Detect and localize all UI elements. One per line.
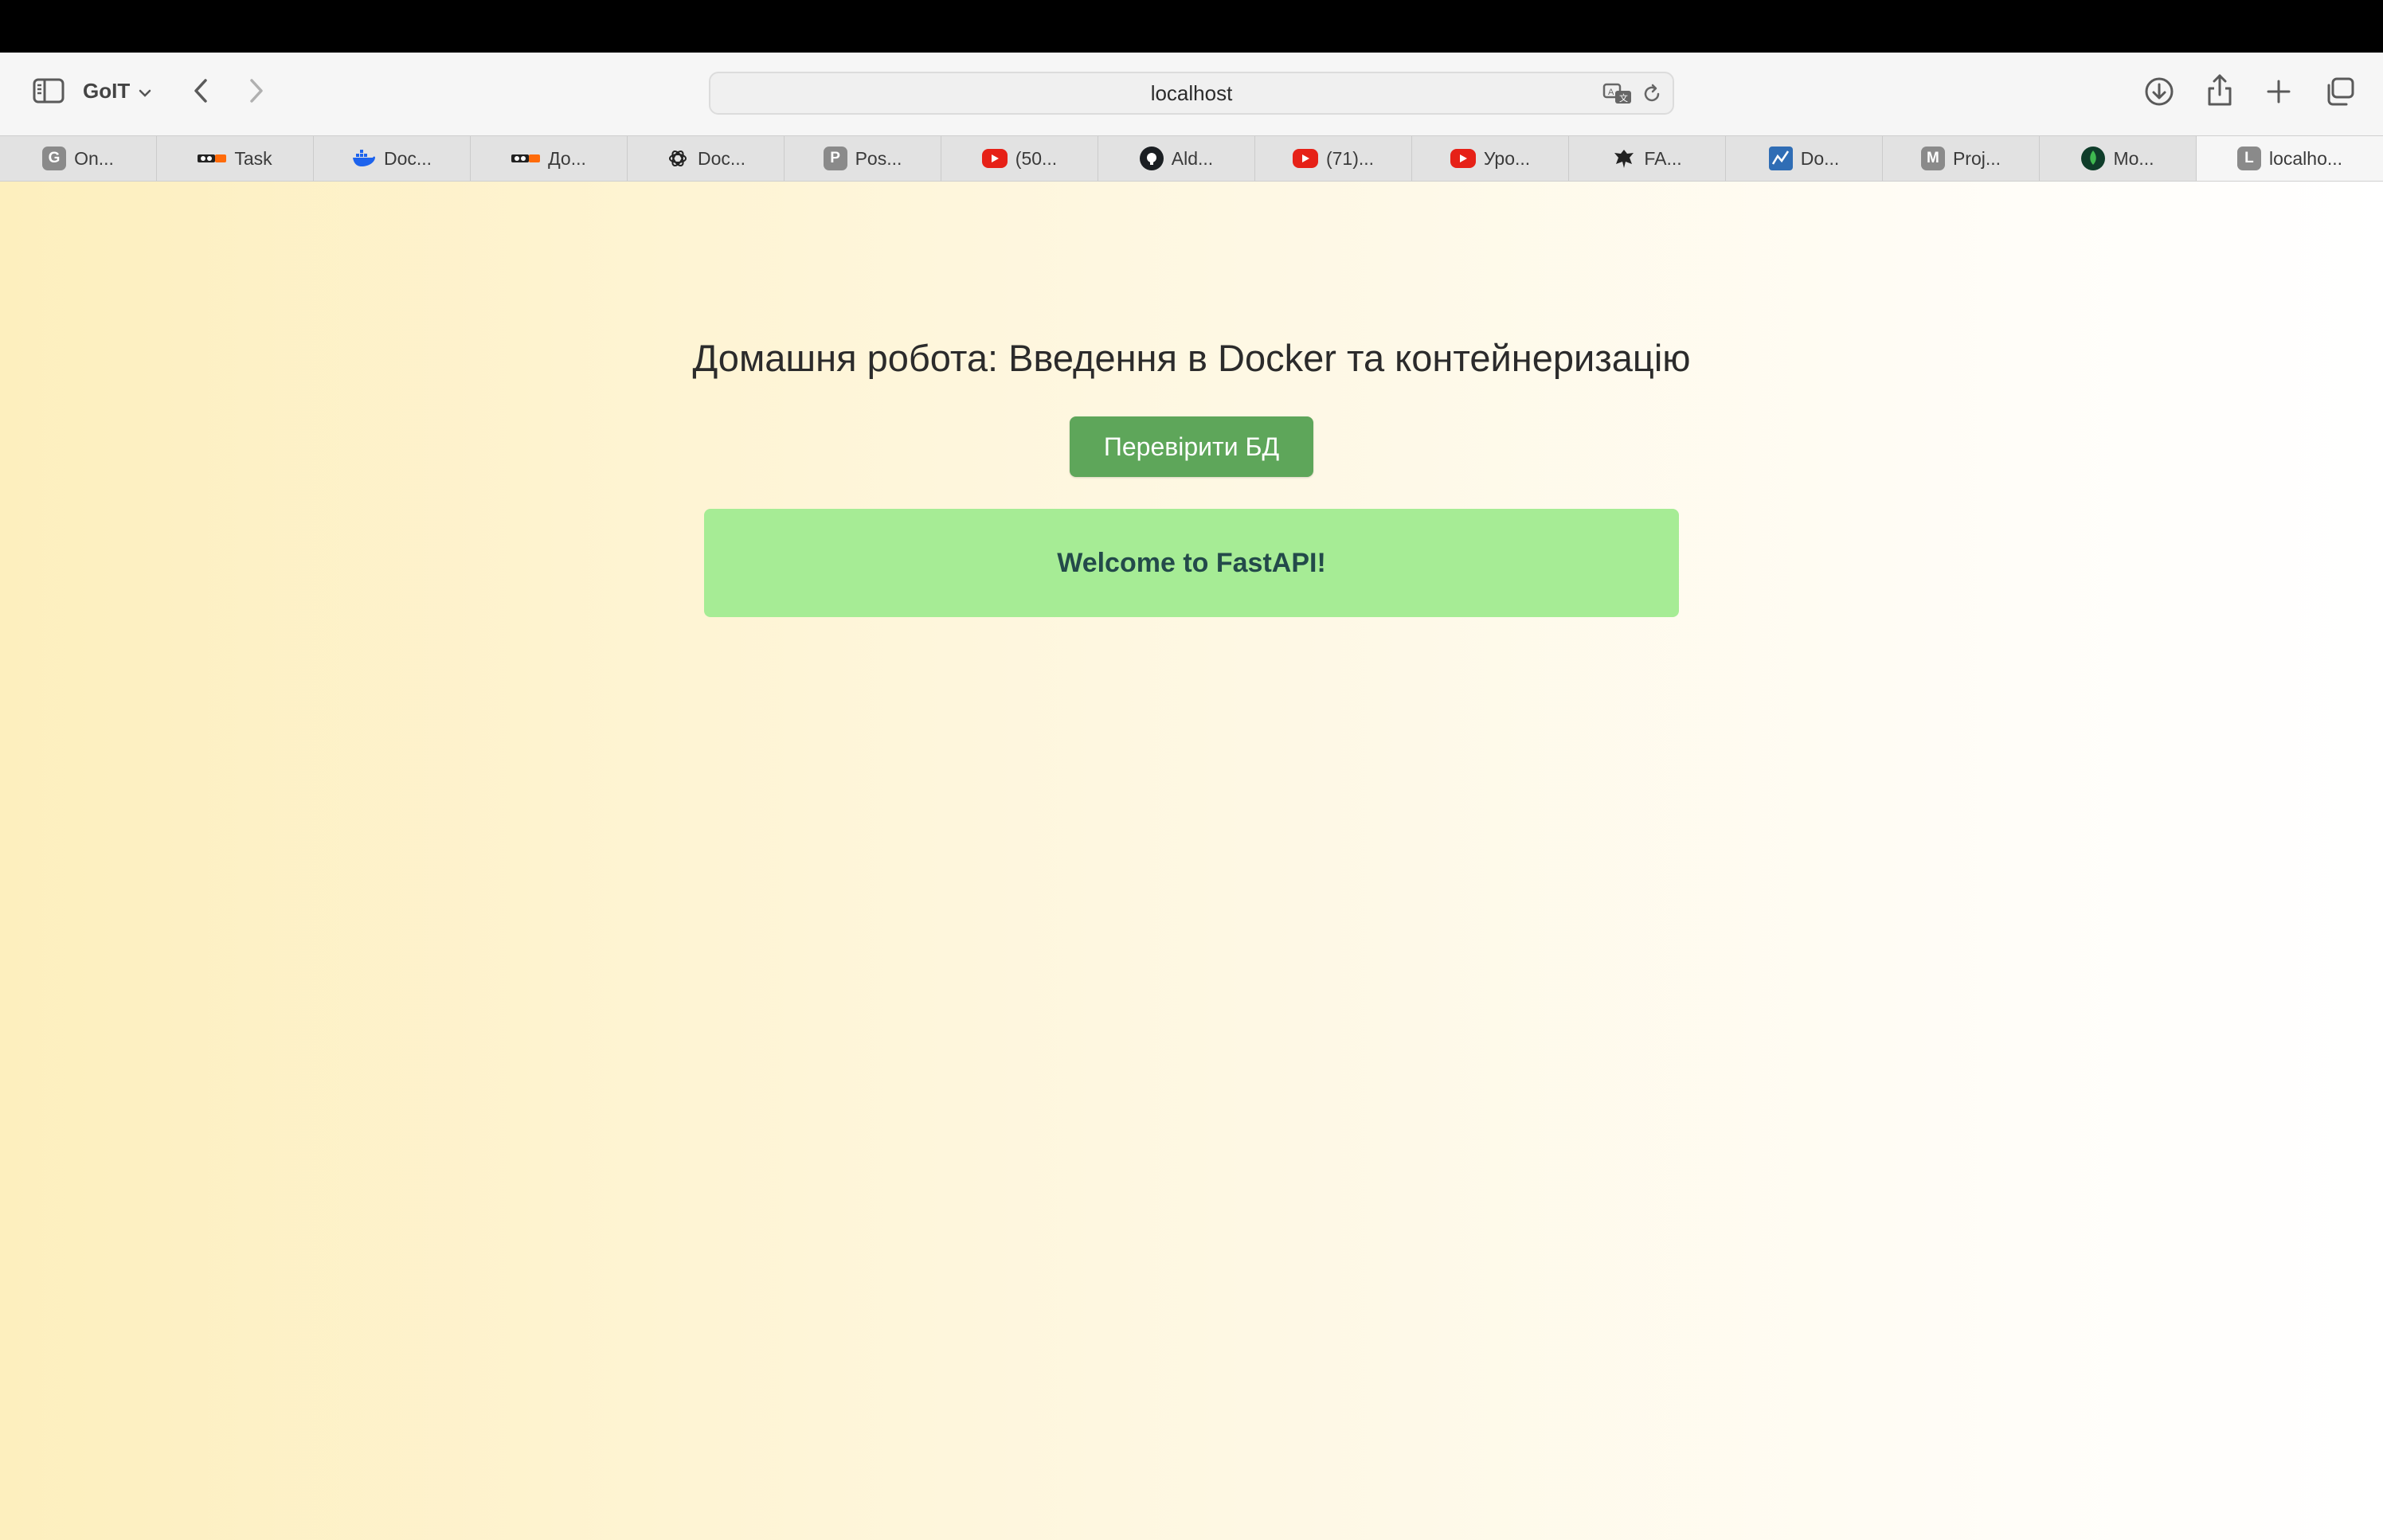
tab-label: До...	[548, 147, 586, 169]
tab-label: (71)...	[1325, 147, 1375, 169]
tab-overview-icon[interactable]	[2321, 75, 2358, 108]
share-icon[interactable]	[2203, 72, 2236, 108]
tab-label: Mo...	[2113, 147, 2154, 169]
svg-text:文: 文	[1619, 92, 1628, 104]
browser-tab[interactable]: Task	[157, 136, 314, 181]
tab-label: Proj...	[1952, 147, 2001, 169]
forward-arrow-icon[interactable]	[241, 75, 272, 107]
browser-tab[interactable]: Do...	[1726, 136, 1883, 181]
tab-label: Doc...	[383, 147, 432, 169]
tab-label: localho...	[2268, 147, 2343, 169]
openai-logo-icon	[666, 147, 690, 170]
mongodb-leaf-icon	[2081, 147, 2106, 170]
svg-text:A: A	[1608, 88, 1614, 97]
browser-tab[interactable]: P Pos...	[785, 136, 941, 181]
result-message: Welcome to FastAPI!	[704, 509, 1679, 617]
letter-favicon-icon: G	[42, 147, 67, 170]
tab-label: (50...	[1015, 147, 1058, 169]
tab-label: Уро...	[1483, 147, 1531, 169]
browser-tab[interactable]: (71)...	[1255, 136, 1412, 181]
sidebar-icon[interactable]	[30, 75, 67, 107]
tab-bar: G On... Task Doc... До... Doc... P Pos... (50...…	[0, 135, 2383, 182]
browser-tab[interactable]: G On...	[0, 136, 157, 181]
address-bar[interactable]: localhost A 文	[709, 72, 1674, 115]
goit-logo-icon	[198, 147, 227, 170]
browser-tab[interactable]: Ald...	[1098, 136, 1255, 181]
youtube-icon	[981, 149, 1008, 168]
tab-group-label: GoIT	[83, 78, 131, 103]
youtube-icon	[1292, 149, 1318, 168]
docker-whale-icon	[352, 147, 376, 170]
browser-tab[interactable]: Doc...	[314, 136, 471, 181]
browser-tab[interactable]: Llocalho...	[2197, 136, 2383, 181]
screen-top-strip	[0, 0, 2383, 53]
goit-logo-icon	[511, 147, 541, 170]
browser-tab[interactable]: M Proj...	[1883, 136, 2040, 181]
back-arrow-icon[interactable]	[185, 75, 217, 107]
tab-label: Do...	[1800, 147, 1840, 169]
browser-toolbar: GoIT localhost A 文	[0, 53, 2383, 135]
page-content: Домашня робота: Введення в Docker та кон…	[0, 182, 2383, 1540]
reload-icon[interactable]	[1639, 81, 1665, 107]
browser-tab[interactable]: Doc...	[628, 136, 785, 181]
page-title: Домашня робота: Введення в Docker та кон…	[692, 337, 1691, 379]
tab-label: Doc...	[697, 147, 746, 169]
plus-icon[interactable]	[2262, 75, 2295, 108]
download-icon[interactable]	[2142, 75, 2176, 108]
browser-tab[interactable]: Mo...	[2040, 136, 2197, 181]
tab-label: Ald...	[1171, 147, 1214, 169]
eagle-emblem-icon	[1612, 147, 1636, 170]
chevron-down-icon	[138, 79, 152, 104]
address-text: localhost	[1150, 80, 1233, 105]
youtube-icon	[1450, 149, 1476, 168]
tab-label: FA...	[1644, 147, 1682, 169]
tab-group-selector[interactable]: GoIT	[83, 75, 152, 107]
chart-app-icon	[1768, 147, 1793, 170]
letter-favicon-icon: L	[2236, 147, 2261, 170]
letter-favicon-icon: M	[1920, 147, 1945, 170]
tab-label: Task	[234, 147, 272, 169]
browser-tab[interactable]: (50...	[941, 136, 1098, 181]
check-db-button[interactable]: Перевірити БД	[1070, 416, 1313, 477]
tab-label: Pos...	[855, 147, 902, 169]
browser-tab[interactable]: FA...	[1569, 136, 1726, 181]
letter-favicon-icon: P	[823, 147, 847, 170]
browser-tab[interactable]: До...	[471, 136, 628, 181]
browser-tab[interactable]: Уро...	[1412, 136, 1569, 181]
tab-label: On...	[74, 147, 114, 169]
translate-icon[interactable]: A 文	[1602, 81, 1634, 107]
github-icon	[1139, 147, 1164, 170]
